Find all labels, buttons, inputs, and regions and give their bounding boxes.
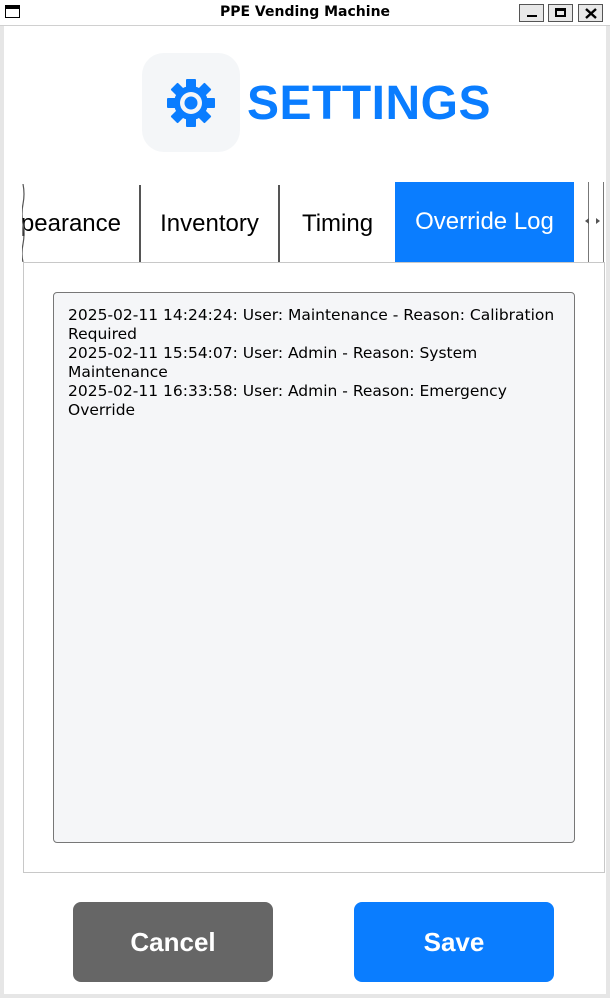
- tab-scroll-buttons[interactable]: [585, 182, 604, 262]
- close-button[interactable]: [578, 4, 603, 22]
- tab-timing[interactable]: Timing: [280, 185, 395, 262]
- settings-icon-tile: [142, 53, 240, 152]
- cancel-button[interactable]: Cancel: [73, 902, 273, 982]
- log-entry: 2025-02-11 14:24:24: User: Maintenance -…: [68, 306, 555, 343]
- log-entry: 2025-02-11 16:33:58: User: Admin - Reaso…: [68, 382, 507, 419]
- minimize-button[interactable]: [519, 4, 544, 22]
- override-log-text[interactable]: 2025-02-11 14:24:24: User: Maintenance -…: [53, 292, 575, 843]
- tab-appearance[interactable]: pearance: [22, 185, 141, 262]
- tab-label: Inventory: [160, 209, 259, 237]
- log-entry: 2025-02-11 15:54:07: User: Admin - Reaso…: [68, 344, 478, 381]
- tab-inventory[interactable]: Inventory: [141, 185, 280, 262]
- page-title: SETTINGS: [247, 77, 492, 130]
- tab-label: pearance: [22, 209, 121, 237]
- tab-edge: [22, 183, 26, 262]
- tab-label: Timing: [301, 209, 374, 237]
- maximize-button[interactable]: [548, 4, 573, 22]
- gear-icon: [167, 78, 215, 127]
- scroll-right-icon[interactable]: [596, 218, 600, 224]
- save-button[interactable]: Save: [354, 902, 554, 982]
- scroll-left-icon[interactable]: [585, 218, 589, 224]
- window-titlebar: PPE Vending Machine: [0, 0, 610, 26]
- settings-tabbar: pearance Inventory Timing Override Log: [22, 182, 606, 262]
- tab-override-log[interactable]: Override Log: [395, 182, 574, 262]
- close-icon: [585, 8, 597, 19]
- tab-label: Override Log: [415, 208, 554, 235]
